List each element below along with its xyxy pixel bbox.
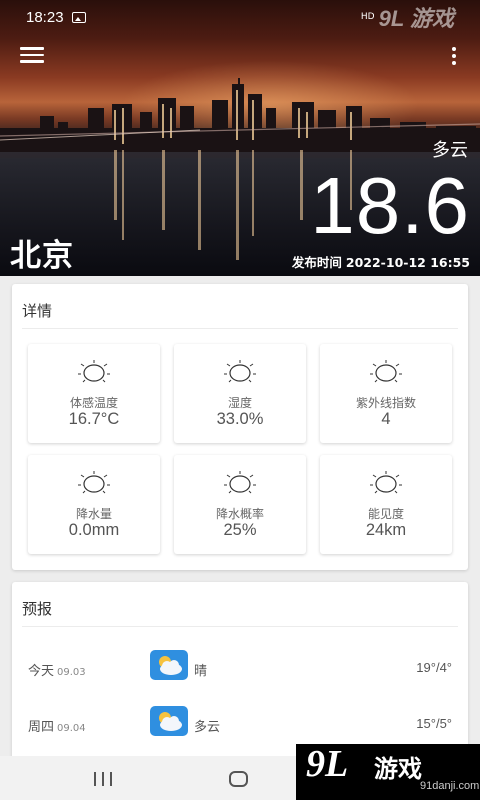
detail-value: 0.0mm [68, 521, 120, 539]
forecast-date: 09.04 [57, 723, 86, 734]
details-title: 详情 [22, 302, 53, 320]
publish-time-value: 2022-10-12 16:55 [345, 255, 470, 270]
watermark-overlay-top: 9L 游戏 [378, 6, 454, 31]
details-divider [22, 328, 458, 329]
forecast-row-today[interactable]: 今天 09.03 晴 19°/4° [12, 646, 468, 694]
home-icon[interactable] [229, 771, 248, 787]
city-name[interactable]: 北京 [10, 230, 74, 275]
publish-time-label: 发布时间 [291, 255, 342, 270]
detail-label: 降水量 [75, 507, 112, 521]
watermark-number: 9L [306, 744, 349, 785]
forecast-row-thursday[interactable]: 周四 09.04 多云 15°/5° [12, 702, 468, 750]
sun-icon [224, 471, 256, 494]
detail-value: 16.7°C [68, 410, 120, 428]
forecast-day-label: 周四 [28, 720, 55, 735]
status-right: HD 9L 游戏 [361, 1, 454, 33]
recent-apps-icon[interactable] [94, 772, 112, 786]
detail-tile-feels-like: 体感温度 16.7°C [28, 344, 160, 443]
sun-icon [78, 360, 110, 383]
watermark-url: 91danji.com [420, 780, 480, 792]
detail-tile-precip-probability: 降水概率 25% [174, 455, 306, 554]
forecast-range: 15°/5° [416, 716, 452, 731]
forecast-title: 预报 [22, 600, 53, 618]
image-notification-icon [71, 11, 86, 23]
sun-icon [78, 471, 110, 494]
more-options-icon[interactable] [446, 44, 462, 68]
partly-cloudy-icon [150, 706, 188, 736]
forecast-range: 19°/4° [416, 660, 452, 675]
detail-value: 25% [223, 521, 257, 539]
forecast-weather: 多云 [194, 720, 221, 735]
hd-label: HD [360, 12, 375, 22]
forecast-day-label: 今天 [28, 664, 55, 679]
detail-tile-precipitation: 降水量 0.0mm [28, 455, 160, 554]
current-temperature: 18.6 [310, 161, 470, 250]
detail-label: 体感温度 [69, 396, 118, 410]
forecast-day: 周四 09.04 [28, 716, 86, 735]
menu-icon[interactable] [20, 47, 44, 65]
detail-value: 4 [381, 410, 391, 428]
detail-tile-uv-index: 紫外线指数 4 [320, 344, 452, 443]
sun-icon [370, 471, 402, 494]
detail-label: 紫外线指数 [355, 396, 416, 410]
watermark-text: 游戏 [374, 755, 422, 783]
status-time: 18:23 [26, 8, 64, 26]
sun-icon [224, 360, 256, 383]
sun-icon [370, 360, 402, 383]
detail-value: 24km [365, 521, 407, 539]
watermark-logo: 9L 游戏 91danji.com [296, 744, 480, 800]
publish-time: 发布时间 2022-10-12 16:55 [292, 252, 470, 271]
detail-tile-humidity: 湿度 33.0% [174, 344, 306, 443]
detail-tile-visibility: 能见度 24km [320, 455, 452, 554]
detail-value: 33.0% [216, 410, 264, 428]
details-card: 详情 体感温度 16.7°C 湿度 33.0% 紫外线指数 4 降水量 0.0m… [12, 284, 468, 570]
forecast-day: 今天 09.03 [28, 660, 86, 679]
forecast-date: 09.03 [57, 667, 86, 678]
detail-label: 湿度 [227, 396, 252, 410]
forecast-weather: 晴 [194, 664, 208, 679]
forecast-divider [22, 626, 458, 627]
detail-label: 能见度 [367, 507, 404, 521]
city-skyline [0, 78, 480, 158]
partly-cloudy-icon [150, 650, 188, 680]
detail-label: 降水概率 [215, 507, 264, 521]
status-bar: 18:23 HD 9L 游戏 [0, 0, 480, 34]
weather-condition: 多云 [432, 140, 468, 161]
